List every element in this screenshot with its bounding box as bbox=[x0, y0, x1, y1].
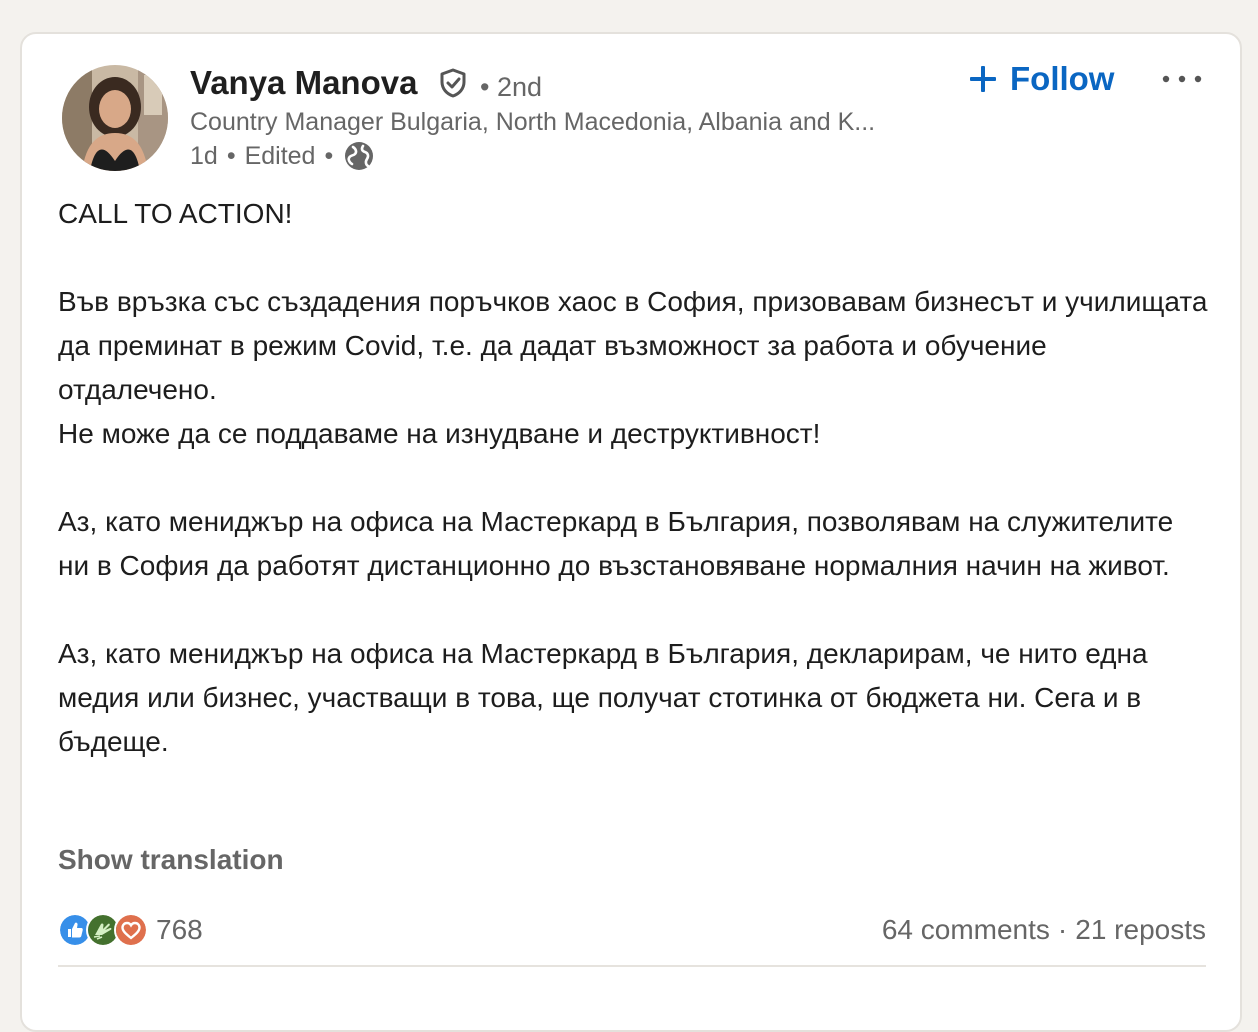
reactions-summary[interactable]: 768 bbox=[58, 910, 203, 950]
post-paragraph: CALL TO ACTION! bbox=[58, 198, 293, 229]
reposts-count-link[interactable]: 21 reposts bbox=[1075, 914, 1206, 946]
post-body: CALL TO ACTION! Във връзка със създадени… bbox=[58, 192, 1208, 764]
follow-label: Follow bbox=[1010, 60, 1115, 97]
ellipsis-icon[interactable] bbox=[1158, 64, 1206, 94]
reaction-count: 768 bbox=[156, 914, 203, 945]
post-card: Vanya Manova • 2nd Country Manager Bulga… bbox=[20, 32, 1242, 1032]
post-paragraph: Аз, като мениджър на офиса на Мастеркард… bbox=[58, 506, 1174, 581]
author-name[interactable]: Vanya Manova bbox=[190, 63, 417, 103]
comments-count-link[interactable]: 64 comments bbox=[882, 914, 1050, 946]
meta-separator: • bbox=[226, 142, 236, 170]
shield-check-icon bbox=[440, 68, 466, 98]
follow-button[interactable]: Follow bbox=[968, 56, 1114, 102]
author-avatar[interactable] bbox=[62, 65, 168, 171]
post-paragraph: Аз, като мениджър на офиса на Мастеркард… bbox=[58, 638, 1148, 757]
post-paragraph: Във връзка със създадения поръчков хаос … bbox=[58, 286, 1208, 405]
edited-label: Edited bbox=[244, 142, 316, 170]
meta-separator: • bbox=[324, 142, 334, 170]
post-meta: 1d • Edited • bbox=[190, 139, 374, 173]
divider bbox=[58, 965, 1206, 967]
author-headline: Country Manager Bulgaria, North Macedoni… bbox=[190, 108, 876, 136]
social-counts: 64 comments · 21 reposts bbox=[882, 910, 1206, 950]
count-separator: · bbox=[1057, 914, 1068, 945]
post-time: 1d bbox=[190, 142, 218, 170]
post-paragraph: Не може да се поддаваме на изнудване и д… bbox=[58, 418, 821, 449]
plus-icon bbox=[970, 66, 996, 92]
show-translation-link[interactable]: Show translation bbox=[58, 840, 284, 880]
love-icon bbox=[114, 913, 148, 947]
globe-icon bbox=[345, 142, 374, 170]
connection-degree: • 2nd bbox=[480, 72, 543, 102]
